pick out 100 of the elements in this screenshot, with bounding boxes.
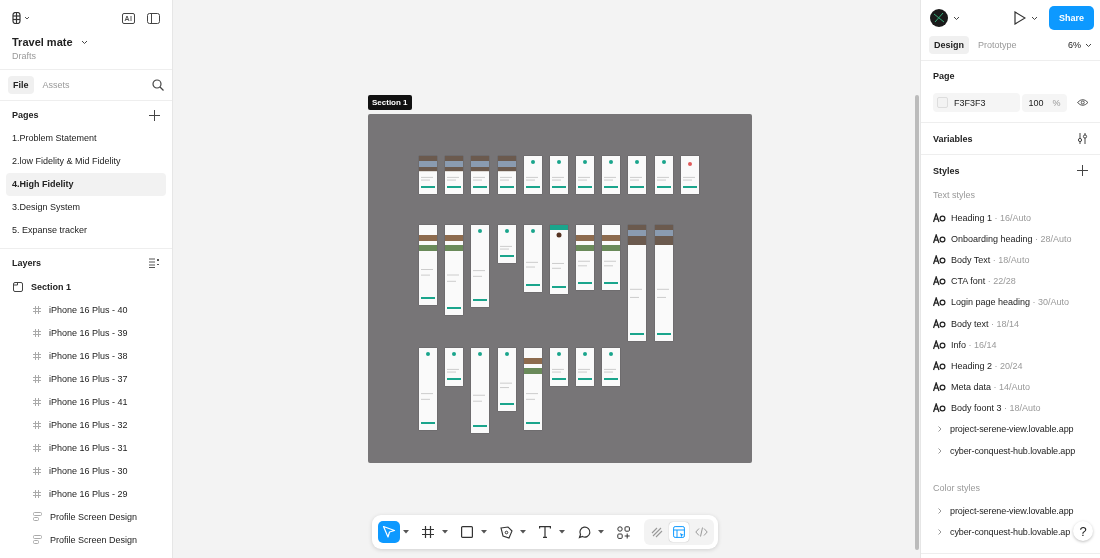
layer-item[interactable]: iPhone 16 Plus - 29 [49, 488, 128, 499]
layer-item[interactable]: iPhone 16 Plus - 30 [49, 465, 128, 476]
collapse-layers-icon[interactable] [149, 258, 160, 268]
screen-thumbnail[interactable] [471, 348, 489, 433]
screen-thumbnail[interactable] [655, 225, 673, 341]
sliders-icon[interactable] [1077, 133, 1088, 144]
text-style-item[interactable]: CTA font · 22/28 [951, 276, 1016, 287]
screen-thumbnail[interactable] [602, 225, 620, 290]
layer-item[interactable]: Profile Screen Design [50, 511, 138, 522]
screen-thumbnail[interactable] [419, 156, 437, 194]
chevron-right-icon[interactable] [938, 426, 942, 433]
section-frame[interactable] [368, 114, 752, 463]
layer-item[interactable]: iPhone 16 Plus - 40 [49, 304, 128, 315]
text-style-item[interactable]: Heading 1 · 16/Auto [951, 212, 1032, 223]
search-icon[interactable] [152, 79, 164, 91]
screen-thumbnail[interactable] [471, 156, 489, 194]
add-icon[interactable] [149, 109, 160, 121]
page-item[interactable]: 3.Design System [6, 196, 166, 219]
chevron-right-icon[interactable] [938, 529, 942, 536]
text-style-item[interactable]: Body text · 18/14 [951, 318, 1020, 329]
layer-item[interactable]: iPhone 16 Plus - 41 [49, 396, 128, 407]
file-name[interactable]: Travel mate [12, 36, 73, 48]
text-style-item[interactable]: Body foont 3 · 18/Auto [951, 403, 1041, 414]
frame-icon [33, 420, 41, 429]
add-icon[interactable] [1077, 165, 1088, 176]
screen-thumbnail[interactable] [628, 156, 646, 194]
screen-thumbnail[interactable] [550, 348, 568, 386]
screen-thumbnail[interactable] [445, 348, 463, 386]
caret-icon[interactable] [559, 530, 565, 534]
layer-item[interactable]: iPhone 16 Plus - 37 [49, 373, 128, 384]
screen-thumbnail[interactable] [628, 225, 646, 341]
scrollbar[interactable] [915, 95, 919, 550]
caret-icon[interactable] [403, 530, 409, 534]
chevron-down-icon[interactable] [1031, 15, 1038, 21]
screen-thumbnail[interactable] [524, 225, 542, 292]
caret-icon[interactable] [598, 530, 604, 534]
layer-item[interactable]: iPhone 16 Plus - 32 [49, 419, 128, 430]
ai-text-icon[interactable] [122, 12, 135, 24]
screen-thumbnail[interactable] [524, 156, 542, 194]
panel-tab[interactable]: Design [929, 36, 969, 54]
layer-item[interactable]: iPhone 16 Plus - 31 [49, 442, 128, 453]
color-swatch[interactable] [937, 97, 948, 108]
chevron-down-icon[interactable] [953, 15, 960, 21]
chevron-right-icon[interactable] [938, 447, 942, 454]
avatar[interactable] [930, 9, 948, 27]
screen-thumbnail[interactable] [498, 348, 516, 411]
panel-toggle-icon[interactable] [147, 12, 160, 24]
screen-thumbnail[interactable] [576, 225, 594, 290]
screen-thumbnail[interactable] [498, 156, 516, 194]
text-style-item[interactable]: Info · 16/14 [951, 339, 997, 350]
layer-item[interactable]: Profile Screen Design [50, 534, 138, 545]
scribble-icon [651, 526, 663, 538]
hex-value[interactable]: F3F3F3 [954, 97, 986, 108]
screen-thumbnail[interactable] [550, 225, 568, 294]
page-item[interactable]: 2.low Fidelity & Mid Fidelity [6, 150, 166, 173]
screen-thumbnail[interactable] [602, 156, 620, 194]
caret-icon[interactable] [520, 530, 526, 534]
text-style-item[interactable]: Meta data · 14/Auto [951, 382, 1031, 393]
style-group[interactable]: cyber-conquest-hub.lovable.ap [950, 527, 1071, 538]
screen-thumbnail[interactable] [471, 225, 489, 307]
text-style-item[interactable]: Body Text · 18/Auto [951, 254, 1030, 265]
section-label[interactable]: Section 1 [368, 95, 412, 110]
screen-thumbnail[interactable] [681, 156, 699, 194]
layer-item[interactable]: Section 1 [31, 281, 71, 292]
style-group[interactable]: cyber-conquest-hub.lovable.app [950, 445, 1076, 456]
caret-icon[interactable] [442, 530, 448, 534]
text-style-item[interactable]: Login page heading · 30/Auto [951, 297, 1070, 308]
screen-thumbnail[interactable] [550, 156, 568, 194]
chevron-down-icon[interactable] [1085, 42, 1092, 48]
caret-icon[interactable] [481, 530, 487, 534]
color-field[interactable]: F3F3F3 [933, 93, 1021, 112]
screen-thumbnail[interactable] [419, 348, 437, 430]
layer-item[interactable]: iPhone 16 Plus - 39 [49, 327, 128, 338]
screen-thumbnail[interactable] [524, 348, 542, 430]
screen-thumbnail[interactable] [602, 348, 620, 386]
page-item[interactable]: 5. Expanse tracker [6, 219, 166, 242]
chevron-down-icon[interactable] [80, 39, 88, 45]
screen-thumbnail[interactable] [498, 225, 516, 263]
auto-layout-icon [33, 512, 42, 521]
eye-icon[interactable] [1076, 98, 1088, 107]
panel-tab[interactable]: File [8, 76, 34, 94]
screen-thumbnail[interactable] [445, 225, 463, 315]
screen-thumbnail[interactable] [576, 348, 594, 386]
style-group[interactable]: project-serene-view.lovable.app [950, 424, 1074, 435]
zoom-dropdown[interactable]: 6% [1068, 40, 1092, 50]
screen-thumbnail[interactable] [419, 225, 437, 305]
chevron-right-icon[interactable] [938, 507, 942, 514]
style-group[interactable]: project-serene-view.lovable.app [950, 505, 1074, 516]
opacity-field[interactable]: 100 % [1022, 93, 1067, 112]
help-button[interactable]: ? [1073, 521, 1093, 541]
layer-item[interactable]: iPhone 16 Plus - 38 [49, 350, 128, 361]
screen-thumbnail[interactable] [576, 156, 594, 194]
play-icon[interactable] [1014, 11, 1026, 25]
screen-thumbnail[interactable] [655, 156, 673, 194]
text-style-item[interactable]: Onboarding heading · 28/Auto [951, 233, 1072, 244]
page-item[interactable]: 1.Problem Statement [6, 127, 166, 150]
screen-thumbnail[interactable] [445, 156, 463, 194]
text-style-item[interactable]: Heading 2 · 20/24 [951, 360, 1023, 371]
design-mode-button[interactable] [669, 522, 689, 542]
page-item[interactable]: 4.High Fidelity [6, 173, 166, 196]
